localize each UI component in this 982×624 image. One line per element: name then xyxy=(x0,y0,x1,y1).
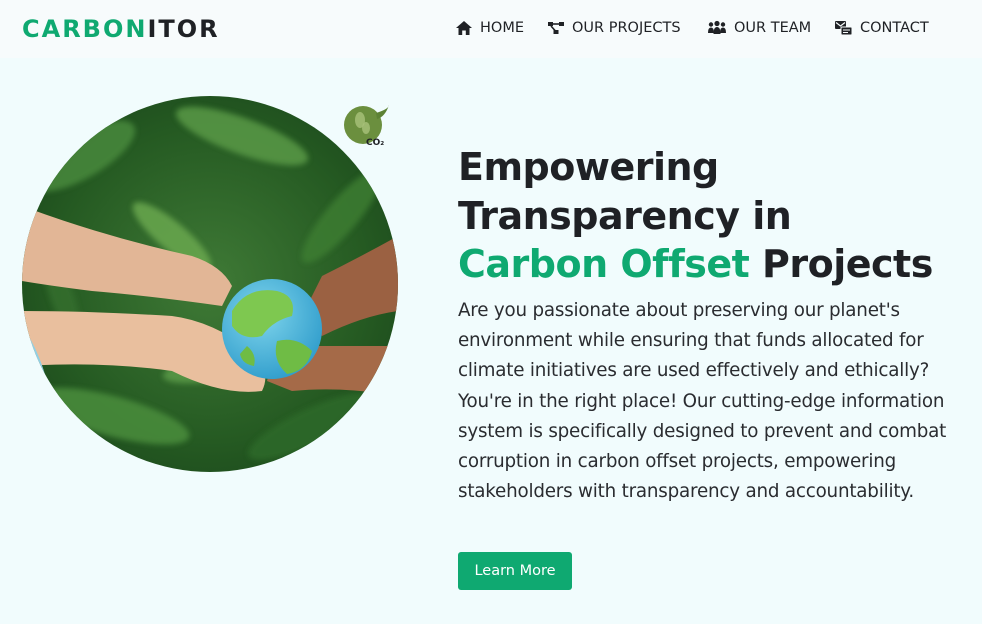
nav-item-team[interactable]: OUR TEAM xyxy=(707,18,811,38)
projects-icon xyxy=(548,22,564,34)
nav-links: HOME OUR PROJECTS OUR TEAM CONTACT xyxy=(0,0,982,58)
hero-image xyxy=(22,96,398,472)
hero-description: Are you passionate about preserving our … xyxy=(458,300,947,503)
nav-item-label: OUR TEAM xyxy=(734,20,812,36)
co2-label: CO₂ xyxy=(366,138,384,148)
learn-more-button[interactable]: Learn More xyxy=(458,552,572,590)
headline-line2: Transparency in xyxy=(458,193,792,238)
co2-leaf-icon: CO₂ xyxy=(341,103,391,149)
navbar: CARBONITOR HOME OUR PROJECTS OUR TEAM CO… xyxy=(0,0,982,58)
headline-line1: Empowering xyxy=(458,145,719,189)
home-icon xyxy=(456,21,472,35)
nav-item-label: CONTACT xyxy=(860,20,929,36)
nav-item-label: OUR PROJECTS xyxy=(572,20,681,36)
hero-headline: Empowering Transparency in Carbon Offset… xyxy=(458,143,958,289)
team-icon xyxy=(708,20,726,34)
nav-item-projects[interactable]: OUR PROJECTS xyxy=(547,18,681,38)
contact-icon xyxy=(835,21,853,36)
headline-accent: Carbon Offset xyxy=(458,242,750,286)
nav-item-contact[interactable]: CONTACT xyxy=(834,18,929,38)
nav-item-home[interactable]: HOME xyxy=(455,18,524,38)
nav-item-label: HOME xyxy=(480,20,524,36)
headline-end: Projects xyxy=(762,242,933,286)
